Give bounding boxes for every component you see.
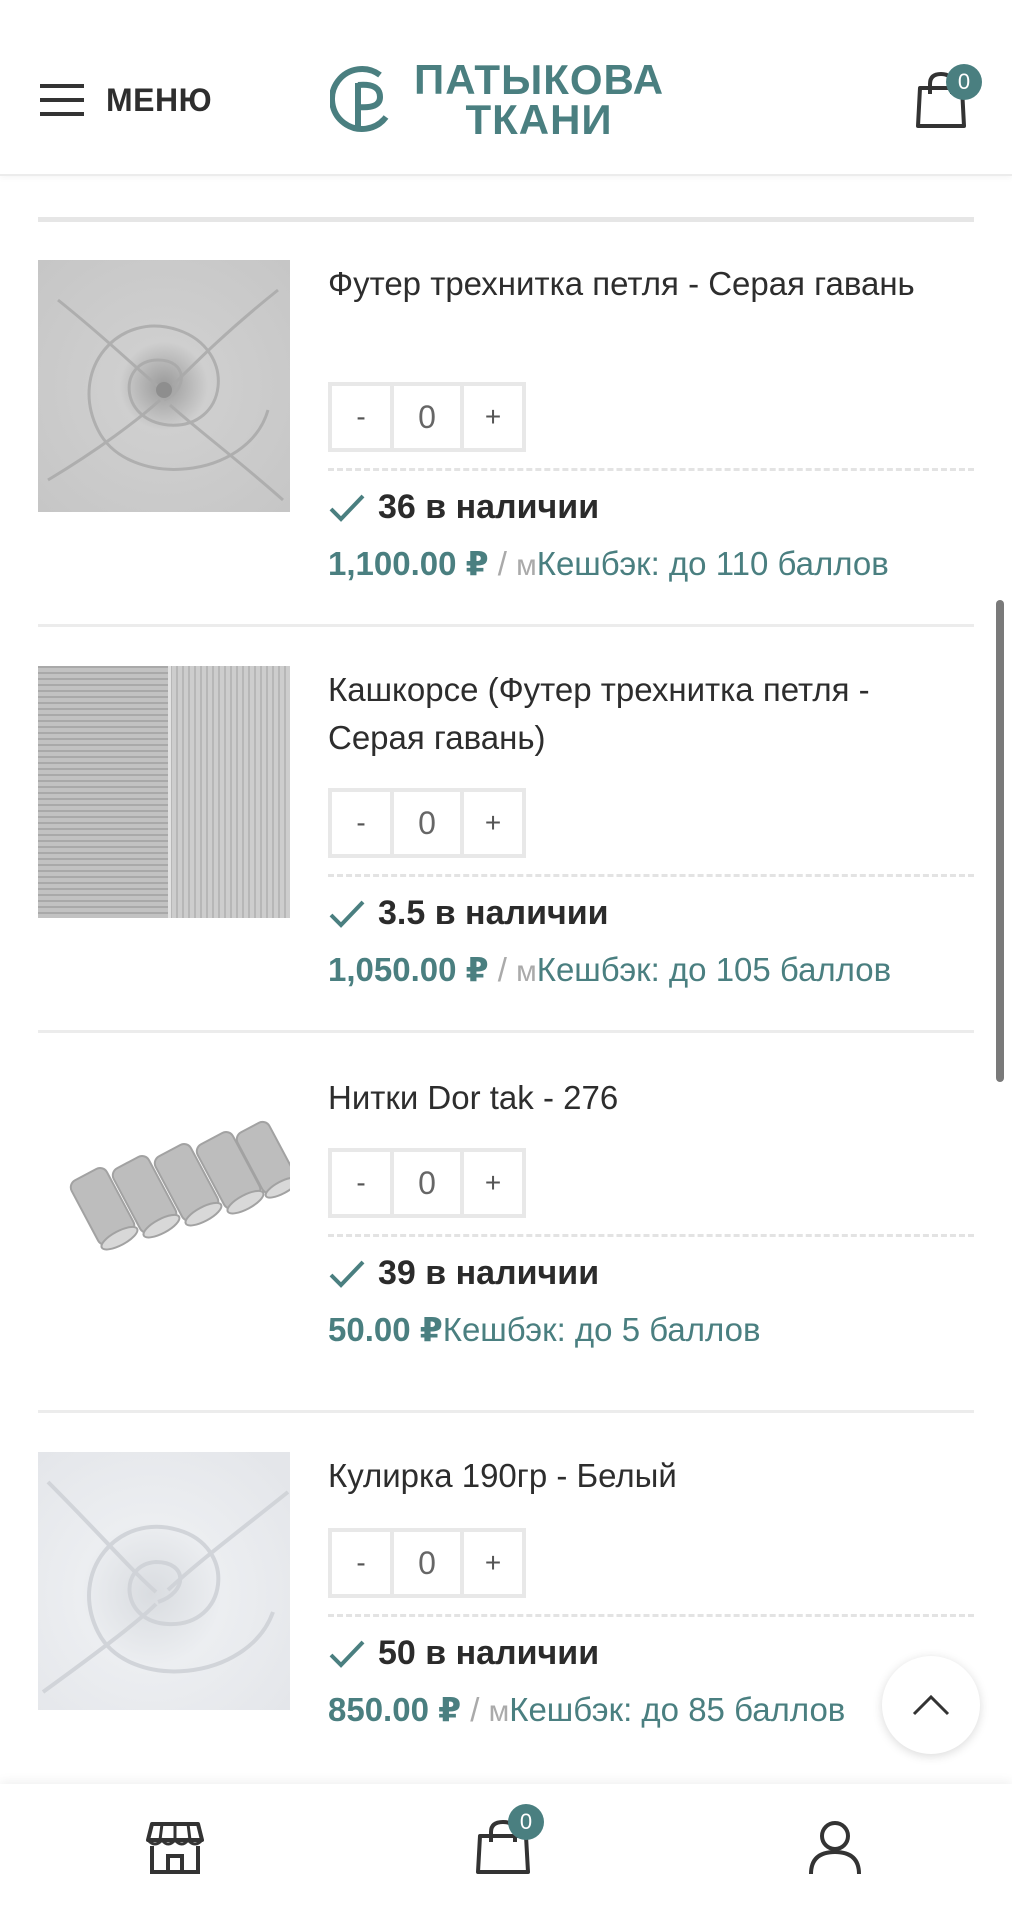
cashback-text: Кешбэк: до 105 баллов [536, 951, 892, 988]
scroll-to-top-button[interactable] [882, 1656, 980, 1754]
shop-icon [146, 1822, 204, 1874]
product-image-grey-rib-fabric[interactable] [38, 666, 290, 918]
bottom-nav-shop[interactable] [146, 1818, 210, 1882]
product-title[interactable]: Кашкорсе (Футер трехнитка петля - Серая … [328, 666, 974, 762]
checkmark-icon [329, 1260, 365, 1288]
product-row: Нитки Dor tak - 276 - 0 + 39 в наличии 5… [38, 1074, 974, 1404]
account-icon [809, 1821, 861, 1875]
stock-text: 50 в наличии [378, 1634, 600, 1672]
quantity-stepper: - 0 + [328, 1148, 526, 1218]
product-info: Нитки Dor tak - 276 [328, 1074, 974, 1122]
price-line: 850.00 ₽ / мКешбэк: до 85 баллов [328, 1690, 845, 1729]
menu-button[interactable]: МЕНЮ [38, 76, 212, 124]
price-amount: 1,050.00 ₽ [328, 951, 489, 988]
price-line: 1,050.00 ₽ / мКешбэк: до 105 баллов [328, 950, 891, 989]
row-divider [38, 1030, 974, 1033]
quantity-increase-button[interactable]: + [464, 1532, 522, 1594]
product-title[interactable]: Нитки Dor tak - 276 [328, 1074, 974, 1122]
product-image-grey-thread-spools[interactable] [38, 1074, 299, 1326]
cashback-text: Кешбэк: до 85 баллов [509, 1691, 846, 1728]
quantity-stepper: - 0 + [328, 1528, 526, 1598]
logo-text: ПАТЫКОВА ТКАНИ [414, 56, 665, 143]
product-image-white-fabric-swirl[interactable] [38, 1452, 290, 1710]
cashback-text: Кешбэк: до 110 баллов [536, 545, 889, 582]
stock-status: 3.5 в наличии [328, 894, 609, 933]
price-line: 50.00 ₽Кешбэк: до 5 баллов [328, 1310, 760, 1349]
quantity-input[interactable]: 0 [390, 386, 464, 448]
product-title[interactable]: Кулирка 190гр - Белый [328, 1452, 974, 1500]
hamburger-icon [40, 84, 84, 116]
price-separator: / [488, 545, 517, 582]
dashed-divider [328, 468, 974, 471]
checkmark-icon [329, 494, 365, 522]
stock-status: 50 в наличии [328, 1634, 599, 1673]
stock-status: 39 в наличии [328, 1254, 599, 1293]
quantity-decrease-button[interactable]: - [332, 1152, 390, 1214]
product-info: Футер трехнитка петля - Серая гавань [328, 260, 974, 308]
logo-mark-icon [330, 66, 389, 132]
quantity-increase-button[interactable]: + [464, 386, 522, 448]
quantity-stepper: - 0 + [328, 382, 526, 452]
dashed-divider [328, 1234, 974, 1237]
logo-line-2: ТКАНИ [465, 96, 613, 143]
quantity-increase-button[interactable]: + [464, 792, 522, 854]
product-image-grey-fabric-swirl[interactable] [38, 260, 290, 512]
menu-label: МЕНЮ [106, 81, 213, 118]
product-row: Кулирка 190гр - Белый - 0 + 50 в наличии… [38, 1452, 974, 1782]
quantity-decrease-button[interactable]: - [332, 792, 390, 854]
cart-count-badge: 0 [946, 64, 982, 100]
quantity-decrease-button[interactable]: - [332, 386, 390, 448]
quantity-input[interactable]: 0 [390, 1152, 464, 1214]
product-row: Кашкорсе (Футер трехнитка петля - Серая … [38, 666, 974, 1026]
quantity-increase-button[interactable]: + [464, 1152, 522, 1214]
quantity-input[interactable]: 0 [390, 792, 464, 854]
stock-text: 39 в наличии [378, 1254, 600, 1292]
price-amount: 50.00 ₽ [328, 1311, 443, 1348]
cashback-text: Кешбэк: до 5 баллов [442, 1311, 761, 1348]
page-scrollbar[interactable] [996, 600, 1004, 1082]
price-amount: 1,100.00 ₽ [328, 545, 489, 582]
price-unit: м [516, 955, 537, 988]
checkmark-icon [329, 1640, 365, 1668]
quantity-stepper: - 0 + [328, 788, 526, 858]
header-cart-button[interactable]: 0 [910, 64, 982, 134]
chevron-up-icon [912, 1694, 950, 1716]
quantity-input[interactable]: 0 [390, 1532, 464, 1594]
stock-text: 3.5 в наличии [378, 894, 609, 932]
product-row: Футер трехнитка петля - Серая гавань - 0… [38, 260, 974, 620]
logo-line-1: ПАТЫКОВА [414, 56, 665, 103]
price-amount: 850.00 ₽ [328, 1691, 462, 1728]
row-divider [38, 624, 974, 627]
price-separator: / [488, 951, 517, 988]
row-divider [38, 1410, 974, 1413]
price-unit: м [516, 549, 537, 582]
price-separator: / [461, 1691, 489, 1728]
bottom-nav-account[interactable] [806, 1818, 870, 1882]
product-info: Кулирка 190гр - Белый [328, 1452, 974, 1500]
bottom-nav-cart[interactable]: 0 [474, 1804, 544, 1882]
site-header: МЕНЮ ПАТЫКОВА ТКАНИ 0 [0, 0, 1012, 176]
stock-status: 36 в наличии [328, 488, 599, 527]
dashed-divider [328, 874, 974, 877]
divider [38, 217, 974, 222]
dashed-divider [328, 1614, 974, 1617]
cart-count-badge: 0 [508, 1804, 544, 1840]
checkmark-icon [329, 900, 365, 928]
quantity-decrease-button[interactable]: - [332, 1532, 390, 1594]
product-title[interactable]: Футер трехнитка петля - Серая гавань [328, 260, 974, 308]
product-info: Кашкорсе (Футер трехнитка петля - Серая … [328, 666, 974, 762]
stock-text: 36 в наличии [378, 488, 600, 526]
price-line: 1,100.00 ₽ / мКешбэк: до 110 баллов [328, 544, 889, 583]
bottom-navigation: 0 [0, 1784, 1012, 1920]
site-logo[interactable]: ПАТЫКОВА ТКАНИ [330, 56, 665, 143]
price-unit: м [488, 1695, 510, 1728]
